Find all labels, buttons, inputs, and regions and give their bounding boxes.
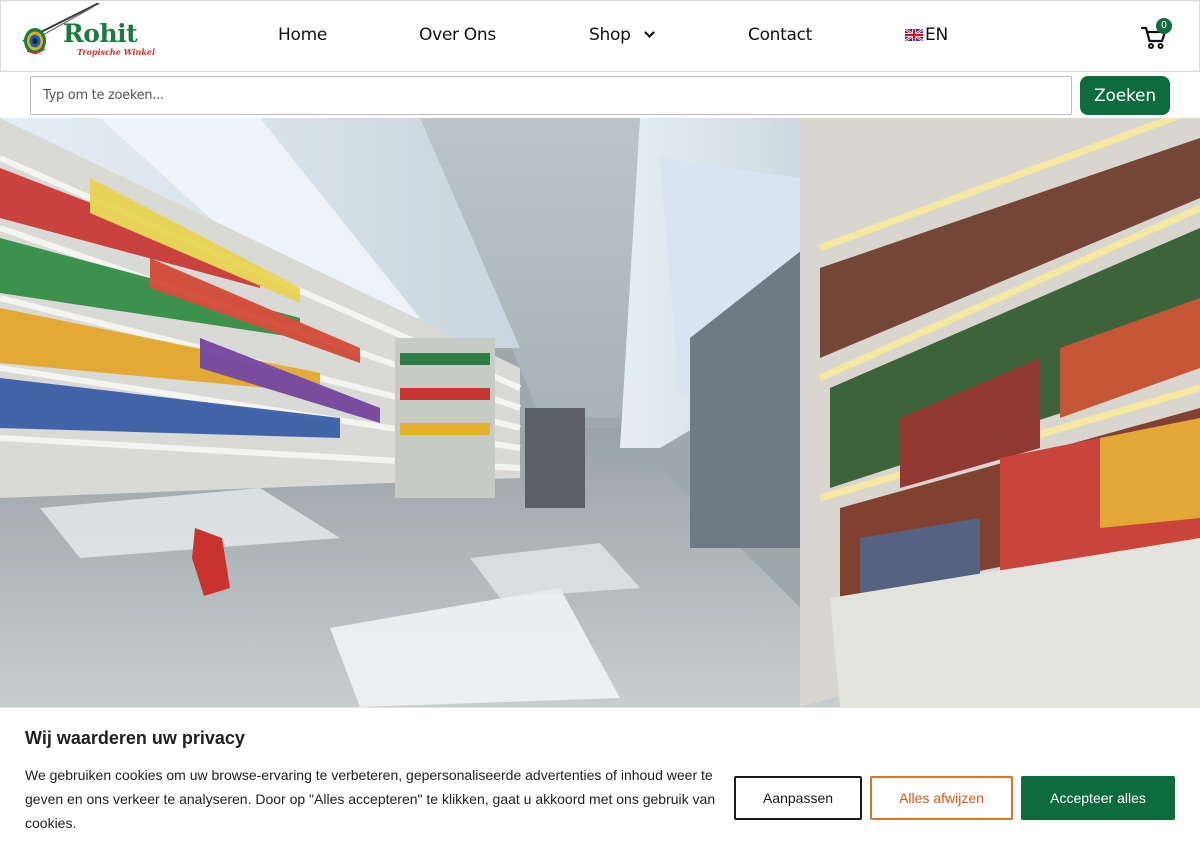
language-switcher[interactable]: EN bbox=[905, 25, 948, 45]
cookie-text: We gebruiken cookies om uw browse-ervari… bbox=[25, 767, 716, 831]
site-header: Rohit Tropische Winkel Home Over Ons Sho… bbox=[0, 0, 1200, 72]
logo-tagline: Tropische Winkel bbox=[77, 47, 155, 57]
reject-all-button[interactable]: Alles afwijzen bbox=[870, 776, 1013, 820]
search-button[interactable]: Zoeken bbox=[1080, 76, 1170, 115]
nav-shop[interactable]: Shop bbox=[589, 25, 655, 45]
cookie-consent-banner: Wij waarderen uw privacy We gebruiken co… bbox=[0, 707, 1200, 850]
search-bar: Zoeken bbox=[0, 72, 1200, 118]
customize-button[interactable]: Aanpassen bbox=[734, 776, 862, 820]
chevron-down-icon bbox=[644, 31, 655, 39]
accept-all-button[interactable]: Accepteer alles bbox=[1021, 776, 1175, 820]
nav-contact[interactable]: Contact bbox=[748, 25, 812, 45]
nav-over-ons[interactable]: Over Ons bbox=[419, 25, 496, 45]
search-input[interactable] bbox=[30, 76, 1072, 115]
nav-shop-label: Shop bbox=[589, 25, 631, 45]
nav-home[interactable]: Home bbox=[278, 25, 327, 45]
cookie-title: Wij waarderen uw privacy bbox=[25, 728, 245, 748]
logo-name: Rohit bbox=[63, 19, 138, 48]
hero-image bbox=[0, 118, 1200, 707]
cart-count-badge: 0 bbox=[1156, 18, 1172, 34]
supermarket-aisle-photo bbox=[0, 118, 1200, 707]
logo[interactable]: Rohit Tropische Winkel bbox=[21, 2, 155, 57]
uk-flag-icon bbox=[905, 29, 923, 41]
language-label: EN bbox=[925, 25, 948, 45]
